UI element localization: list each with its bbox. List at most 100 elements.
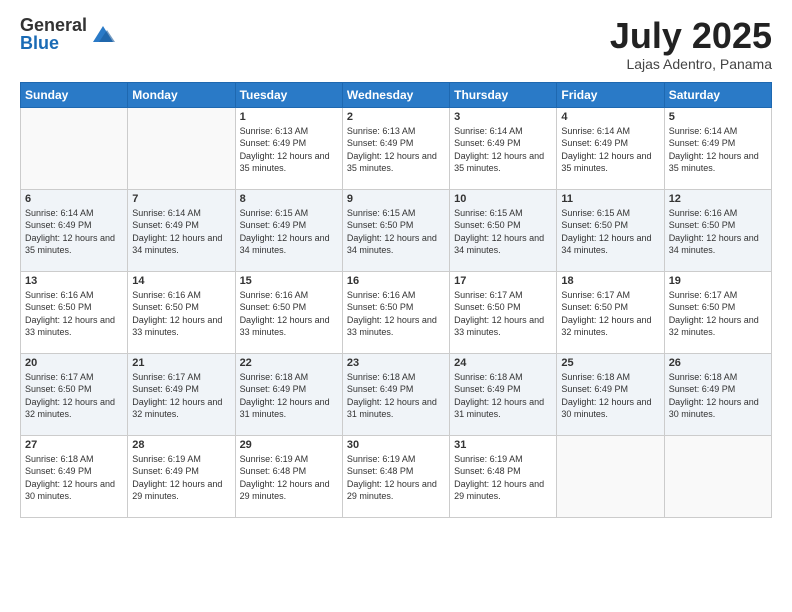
day-info: Sunrise: 6:17 AM Sunset: 6:50 PM Dayligh… [561, 289, 659, 339]
day-info: Sunrise: 6:17 AM Sunset: 6:50 PM Dayligh… [454, 289, 552, 339]
day-number: 21 [132, 357, 230, 369]
day-info: Sunrise: 6:16 AM Sunset: 6:50 PM Dayligh… [132, 289, 230, 339]
day-number: 23 [347, 357, 445, 369]
calendar-cell [557, 435, 664, 517]
calendar-cell: 25 Sunrise: 6:18 AM Sunset: 6:49 PM Dayli… [557, 353, 664, 435]
day-info: Sunrise: 6:19 AM Sunset: 6:49 PM Dayligh… [132, 453, 230, 503]
calendar-cell: 28Sunrise: 6:19 AM Sunset: 6:49 PM Dayli… [128, 435, 235, 517]
day-info: Sunrise: 6:14 AM Sunset: 6:49 PM Dayligh… [454, 125, 552, 175]
col-monday: Monday [128, 82, 235, 107]
day-number: 17 [454, 275, 552, 287]
col-sunday: Sunday [21, 82, 128, 107]
calendar-cell: 27Sunrise: 6:18 AM Sunset: 6:49 PM Dayli… [21, 435, 128, 517]
calendar-cell: 11Sunrise: 6:15 AM Sunset: 6:50 PM Dayli… [557, 189, 664, 271]
calendar-cell: 31 Sunrise: 6:19 AM Sunset: 6:48 PM Dayli… [450, 435, 557, 517]
calendar-cell: 10Sunrise: 6:15 AM Sunset: 6:50 PM Dayli… [450, 189, 557, 271]
col-friday: Friday [557, 82, 664, 107]
logo-text: General Blue [20, 16, 87, 52]
day-info: Sunrise: 6:16 AM Sunset: 6:50 PM Dayligh… [25, 289, 123, 339]
day-number: 13 [25, 275, 123, 287]
day-info: Sunrise: 6:17 AM Sunset: 6:49 PM Dayligh… [132, 371, 230, 421]
day-number: 15 [240, 275, 338, 287]
calendar-cell [128, 107, 235, 189]
day-number: 19 [669, 275, 767, 287]
day-info: Sunrise: 6:14 AM Sunset: 6:49 PM Dayligh… [669, 125, 767, 175]
col-tuesday: Tuesday [235, 82, 342, 107]
calendar-cell: 22 Sunrise: 6:18 AM Sunset: 6:49 PM Dayli… [235, 353, 342, 435]
week-row-2: 6 Sunrise: 6:14 AM Sunset: 6:49 PM Daylig… [21, 189, 772, 271]
calendar-cell: 23 Sunrise: 6:18 AM Sunset: 6:49 PM Dayli… [342, 353, 449, 435]
day-number: 2 [347, 111, 445, 123]
day-number: 3 [454, 111, 552, 123]
day-info: Sunrise: 6:19 AM Sunset: 6:48 PM Dayligh… [347, 453, 445, 503]
day-number: 30 [347, 439, 445, 451]
calendar-cell: 8Sunrise: 6:15 AM Sunset: 6:49 PM Daylig… [235, 189, 342, 271]
day-number: 4 [561, 111, 659, 123]
day-number: 1 [240, 111, 338, 123]
day-number: 24 [454, 357, 552, 369]
calendar-cell: 21 Sunrise: 6:17 AM Sunset: 6:49 PM Dayli… [128, 353, 235, 435]
calendar-cell: 17 Sunrise: 6:17 AM Sunset: 6:50 PM Dayli… [450, 271, 557, 353]
calendar-cell: 3 Sunrise: 6:14 AM Sunset: 6:49 PM Daylig… [450, 107, 557, 189]
day-number: 5 [669, 111, 767, 123]
day-info: Sunrise: 6:16 AM Sunset: 6:50 PM Dayligh… [669, 207, 767, 257]
calendar-cell: 18 Sunrise: 6:17 AM Sunset: 6:50 PM Dayli… [557, 271, 664, 353]
col-thursday: Thursday [450, 82, 557, 107]
day-info: Sunrise: 6:18 AM Sunset: 6:49 PM Dayligh… [561, 371, 659, 421]
logo-icon [89, 20, 117, 48]
calendar-cell: 16 Sunrise: 6:16 AM Sunset: 6:50 PM Dayli… [342, 271, 449, 353]
calendar-cell: 13 Sunrise: 6:16 AM Sunset: 6:50 PM Dayli… [21, 271, 128, 353]
day-number: 31 [454, 439, 552, 451]
calendar-cell: 20Sunrise: 6:17 AM Sunset: 6:50 PM Dayli… [21, 353, 128, 435]
day-number: 10 [454, 193, 552, 205]
logo: General Blue [20, 16, 117, 52]
calendar-cell [664, 435, 771, 517]
calendar-cell: 24 Sunrise: 6:18 AM Sunset: 6:49 PM Dayli… [450, 353, 557, 435]
day-info: Sunrise: 6:19 AM Sunset: 6:48 PM Dayligh… [454, 453, 552, 503]
day-number: 25 [561, 357, 659, 369]
week-row-5: 27Sunrise: 6:18 AM Sunset: 6:49 PM Dayli… [21, 435, 772, 517]
calendar: Sunday Monday Tuesday Wednesday Thursday… [20, 82, 772, 518]
calendar-cell: 12Sunrise: 6:16 AM Sunset: 6:50 PM Dayli… [664, 189, 771, 271]
calendar-cell: 4 Sunrise: 6:14 AM Sunset: 6:49 PM Daylig… [557, 107, 664, 189]
calendar-cell: 2 Sunrise: 6:13 AM Sunset: 6:49 PM Daylig… [342, 107, 449, 189]
calendar-cell: 7 Sunrise: 6:14 AM Sunset: 6:49 PM Daylig… [128, 189, 235, 271]
day-info: Sunrise: 6:13 AM Sunset: 6:49 PM Dayligh… [347, 125, 445, 175]
calendar-cell: 6 Sunrise: 6:14 AM Sunset: 6:49 PM Daylig… [21, 189, 128, 271]
day-info: Sunrise: 6:18 AM Sunset: 6:49 PM Dayligh… [25, 453, 123, 503]
day-number: 22 [240, 357, 338, 369]
week-row-1: 1 Sunrise: 6:13 AM Sunset: 6:49 PM Daylig… [21, 107, 772, 189]
calendar-cell: 26Sunrise: 6:18 AM Sunset: 6:49 PM Dayli… [664, 353, 771, 435]
calendar-cell: 30 Sunrise: 6:19 AM Sunset: 6:48 PM Dayli… [342, 435, 449, 517]
day-number: 14 [132, 275, 230, 287]
location: Lajas Adentro, Panama [610, 56, 772, 72]
day-info: Sunrise: 6:15 AM Sunset: 6:49 PM Dayligh… [240, 207, 338, 257]
day-number: 20 [25, 357, 123, 369]
page: General Blue July 2025 Lajas Adentro, Pa… [0, 0, 792, 612]
day-number: 16 [347, 275, 445, 287]
day-number: 11 [561, 193, 659, 205]
week-row-4: 20Sunrise: 6:17 AM Sunset: 6:50 PM Dayli… [21, 353, 772, 435]
day-info: Sunrise: 6:16 AM Sunset: 6:50 PM Dayligh… [347, 289, 445, 339]
day-info: Sunrise: 6:18 AM Sunset: 6:49 PM Dayligh… [240, 371, 338, 421]
day-number: 7 [132, 193, 230, 205]
calendar-cell: 9Sunrise: 6:15 AM Sunset: 6:50 PM Daylig… [342, 189, 449, 271]
day-info: Sunrise: 6:15 AM Sunset: 6:50 PM Dayligh… [347, 207, 445, 257]
day-number: 18 [561, 275, 659, 287]
calendar-cell [21, 107, 128, 189]
logo-general: General [20, 16, 87, 34]
day-info: Sunrise: 6:18 AM Sunset: 6:49 PM Dayligh… [454, 371, 552, 421]
day-info: Sunrise: 6:18 AM Sunset: 6:49 PM Dayligh… [669, 371, 767, 421]
calendar-cell: 19Sunrise: 6:17 AM Sunset: 6:50 PM Dayli… [664, 271, 771, 353]
day-info: Sunrise: 6:18 AM Sunset: 6:49 PM Dayligh… [347, 371, 445, 421]
day-info: Sunrise: 6:19 AM Sunset: 6:48 PM Dayligh… [240, 453, 338, 503]
calendar-cell: 15Sunrise: 6:16 AM Sunset: 6:50 PM Dayli… [235, 271, 342, 353]
day-info: Sunrise: 6:14 AM Sunset: 6:49 PM Dayligh… [25, 207, 123, 257]
day-info: Sunrise: 6:14 AM Sunset: 6:49 PM Dayligh… [561, 125, 659, 175]
calendar-cell: 1Sunrise: 6:13 AM Sunset: 6:49 PM Daylig… [235, 107, 342, 189]
day-number: 6 [25, 193, 123, 205]
header: General Blue July 2025 Lajas Adentro, Pa… [20, 16, 772, 72]
day-info: Sunrise: 6:14 AM Sunset: 6:49 PM Dayligh… [132, 207, 230, 257]
calendar-cell: 5 Sunrise: 6:14 AM Sunset: 6:49 PM Daylig… [664, 107, 771, 189]
calendar-cell: 29Sunrise: 6:19 AM Sunset: 6:48 PM Dayli… [235, 435, 342, 517]
